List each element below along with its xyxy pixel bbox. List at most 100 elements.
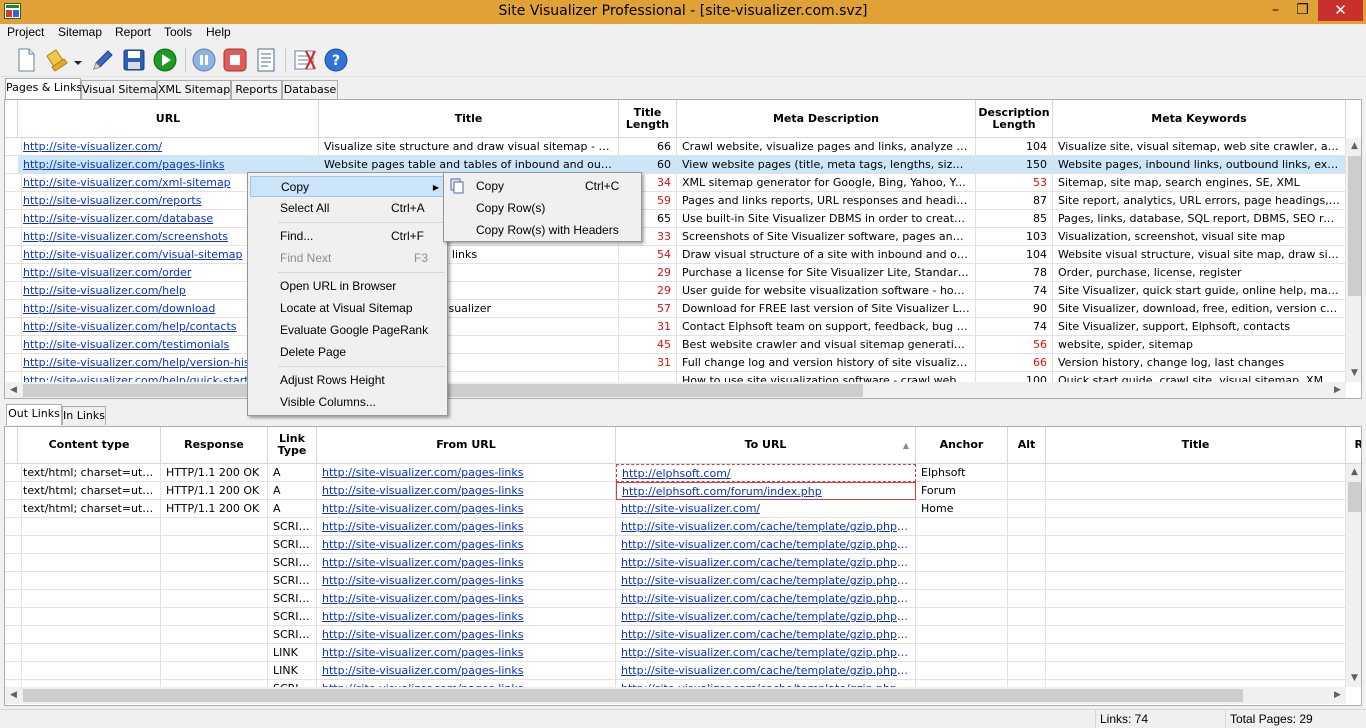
from-url-cell[interactable]: http://site-visualizer.com/pages-links (317, 626, 616, 644)
pause-crawl-icon[interactable] (191, 47, 217, 73)
table-row[interactable]: SCRIPThttp://site-visualizer.com/pages-l… (5, 572, 1346, 590)
context-open-url[interactable]: Open URL in Browser (250, 276, 445, 297)
from-url-cell[interactable]: http://site-visualizer.com/pages-links (317, 518, 616, 536)
table-row[interactable]: text/html; charset=utf-8 HTTP/1.1 200 OK A… (5, 482, 1346, 500)
table-row[interactable]: http://site-visualizer.com/xml-sitemap 34… (5, 174, 1346, 192)
tab-reports[interactable]: Reports (231, 80, 282, 99)
context-select-all[interactable]: Select All Ctrl+A (250, 198, 445, 219)
to-url-cell[interactable]: http://site-visualizer.com/ (616, 500, 916, 518)
from-url-cell[interactable]: http://site-visualizer.com/pages-links (317, 464, 616, 482)
table-row[interactable]: LINK http://site-visualizer.com/pages-lin… (5, 662, 1346, 680)
to-url-cell[interactable]: http://site-visualizer.com/cache/templat… (616, 536, 916, 554)
col-link-type[interactable]: Link Type (268, 427, 317, 464)
scroll-up-icon[interactable]: ▲ (1346, 138, 1361, 155)
from-url-cell[interactable]: http://site-visualizer.com/pages-links (317, 680, 616, 687)
help-icon[interactable]: ? (323, 47, 349, 73)
scroll-thumb[interactable] (1348, 156, 1361, 296)
scroll-down-icon[interactable]: ▼ (1346, 670, 1361, 687)
col-content-type[interactable]: Content type (18, 427, 161, 464)
to-url-cell[interactable]: http://site-visualizer.com/cache/templat… (616, 644, 916, 662)
table-row[interactable]: SCRIPThttp://site-visualizer.com/pages-l… (5, 536, 1346, 554)
table-row[interactable]: http://site-visualizer.com/database 65 Use… (5, 210, 1346, 228)
to-url-cell[interactable]: http://site-visualizer.com/cache/templat… (616, 518, 916, 536)
menu-help[interactable]: Help (206, 25, 231, 39)
from-url-cell[interactable]: http://site-visualizer.com/pages-links (317, 482, 616, 500)
menu-project[interactable]: Project (7, 25, 44, 39)
table-row[interactable]: text/html; charset=utf-8 HTTP/1.1 200 OK A… (5, 500, 1346, 518)
to-url-cell[interactable]: http://site-visualizer.com/cache/templat… (616, 662, 916, 680)
col-description-length[interactable]: Description Length (976, 100, 1053, 138)
menu-sitemap[interactable]: Sitemap (58, 25, 102, 39)
table-row[interactable]: http://site-visualizer.com/help/version-… (5, 354, 1346, 372)
from-url-cell[interactable]: http://site-visualizer.com/pages-links (317, 662, 616, 680)
col-alt[interactable]: Alt (1008, 427, 1046, 464)
table-row[interactable]: http://site-visualizer.com/visual-sitema… (5, 246, 1346, 264)
scroll-down-icon[interactable]: ▼ (1346, 365, 1361, 382)
table-row[interactable]: LINK http://site-visualizer.com/pages-lin… (5, 644, 1346, 662)
table-row[interactable]: SCRIPThttp://site-visualizer.com/pages-l… (5, 626, 1346, 644)
new-project-icon[interactable] (13, 47, 39, 73)
from-url-cell[interactable]: http://site-visualizer.com/pages-links (317, 554, 616, 572)
tab-pages-links[interactable]: Pages & Links (5, 78, 82, 99)
close-button[interactable]: ✕ (1318, 0, 1363, 21)
to-url-cell[interactable]: http://site-visualizer.com/cache/templat… (616, 590, 916, 608)
col-title[interactable]: Title (1046, 427, 1346, 464)
report-icon[interactable] (253, 47, 279, 73)
menu-report[interactable]: Report (115, 25, 151, 39)
pages-vertical-scrollbar[interactable]: ▲ ▼ (1346, 138, 1361, 382)
from-url-cell[interactable]: http://site-visualizer.com/pages-links (317, 644, 616, 662)
table-row[interactable]: http://site-visualizer.com/reports 59 Page… (5, 192, 1346, 210)
table-row[interactable]: SCRIPThttp://site-visualizer.com/pages-l… (5, 608, 1346, 626)
col-title[interactable]: Title (319, 100, 619, 138)
col-to-url[interactable]: To URL ▲ (616, 427, 916, 464)
submenu-copy-rows[interactable]: Copy Row(s) (446, 198, 639, 219)
from-url-cell[interactable]: http://site-visualizer.com/pages-links (317, 536, 616, 554)
table-row[interactable]: SCRIPThttp://site-visualizer.com/pages-l… (5, 590, 1346, 608)
table-row[interactable]: SCRIPThttp://site-visualizer.com/pages-l… (5, 518, 1346, 536)
context-adjust-rows-height[interactable]: Adjust Rows Height (250, 370, 445, 391)
from-url-cell[interactable]: http://site-visualizer.com/pages-links (317, 590, 616, 608)
scroll-thumb[interactable] (23, 689, 1243, 702)
to-url-cell[interactable]: http://elphsoft.com/ (616, 464, 916, 482)
col-meta-keywords[interactable]: Meta Keywords (1053, 100, 1346, 138)
menu-tools[interactable]: Tools (164, 25, 192, 39)
from-url-cell[interactable]: http://site-visualizer.com/pages-links (317, 608, 616, 626)
col-response-time[interactable]: R (1346, 427, 1361, 464)
from-url-cell[interactable]: http://site-visualizer.com/pages-links (317, 572, 616, 590)
col-title-length[interactable]: Title Length (619, 100, 677, 138)
table-row[interactable]: http://site-visualizer.com/pages-links We… (5, 156, 1346, 174)
table-row[interactable]: SCRIPThttp://site-visualizer.com/pages-l… (5, 554, 1346, 572)
scroll-right-icon[interactable]: ▶ (1329, 687, 1346, 704)
scroll-left-icon[interactable]: ◀ (5, 382, 22, 398)
col-response[interactable]: Response (161, 427, 268, 464)
scroll-up-icon[interactable]: ▲ (1346, 464, 1361, 481)
tab-database[interactable]: Database (282, 80, 338, 99)
to-url-cell[interactable]: http://site-visualizer.com/cache/templat… (616, 572, 916, 590)
tab-out-links[interactable]: Out Links (6, 404, 62, 425)
scroll-thumb[interactable] (1348, 482, 1361, 512)
links-horizontal-scrollbar[interactable]: ◀ ▶ (5, 687, 1346, 704)
dropdown-arrow-icon[interactable] (72, 47, 84, 73)
col-from-url[interactable]: From URL (317, 427, 616, 464)
scroll-left-icon[interactable]: ◀ (5, 687, 22, 704)
table-row[interactable]: http://site-visualizer.com/helpal29User … (5, 282, 1346, 300)
edit-project-icon[interactable] (90, 47, 116, 73)
col-anchor[interactable]: Anchor (916, 427, 1008, 464)
context-delete-page[interactable]: Delete Page (250, 342, 445, 363)
minimize-button[interactable]: – (1262, 0, 1289, 21)
open-project-icon[interactable] (44, 47, 70, 73)
submenu-copy[interactable]: Copy Ctrl+C (446, 176, 639, 197)
from-url-cell[interactable]: http://site-visualizer.com/pages-links (317, 500, 616, 518)
to-url-cell[interactable]: http://site-visualizer.com/cache/templat… (616, 626, 916, 644)
table-row[interactable]: http://site-visualizer.com/screenshots 33… (5, 228, 1346, 246)
start-crawl-icon[interactable] (152, 47, 178, 73)
table-row[interactable]: http://site-visualizer.com/testimonialsn… (5, 336, 1346, 354)
table-row[interactable]: http://site-visualizer.com/Visualize sit… (5, 138, 1346, 156)
table-row[interactable]: SCRIPThttp://site-visualizer.com/pages-l… (5, 680, 1346, 687)
table-row[interactable]: http://site-visualizer.com/ordere29Purch… (5, 264, 1346, 282)
maximize-button[interactable]: ❒ (1289, 0, 1316, 21)
context-copy[interactable]: Copy ▶ (250, 176, 445, 197)
stop-crawl-icon[interactable] (222, 47, 248, 73)
settings-icon[interactable] (292, 47, 318, 73)
col-url[interactable]: URL (18, 100, 319, 138)
